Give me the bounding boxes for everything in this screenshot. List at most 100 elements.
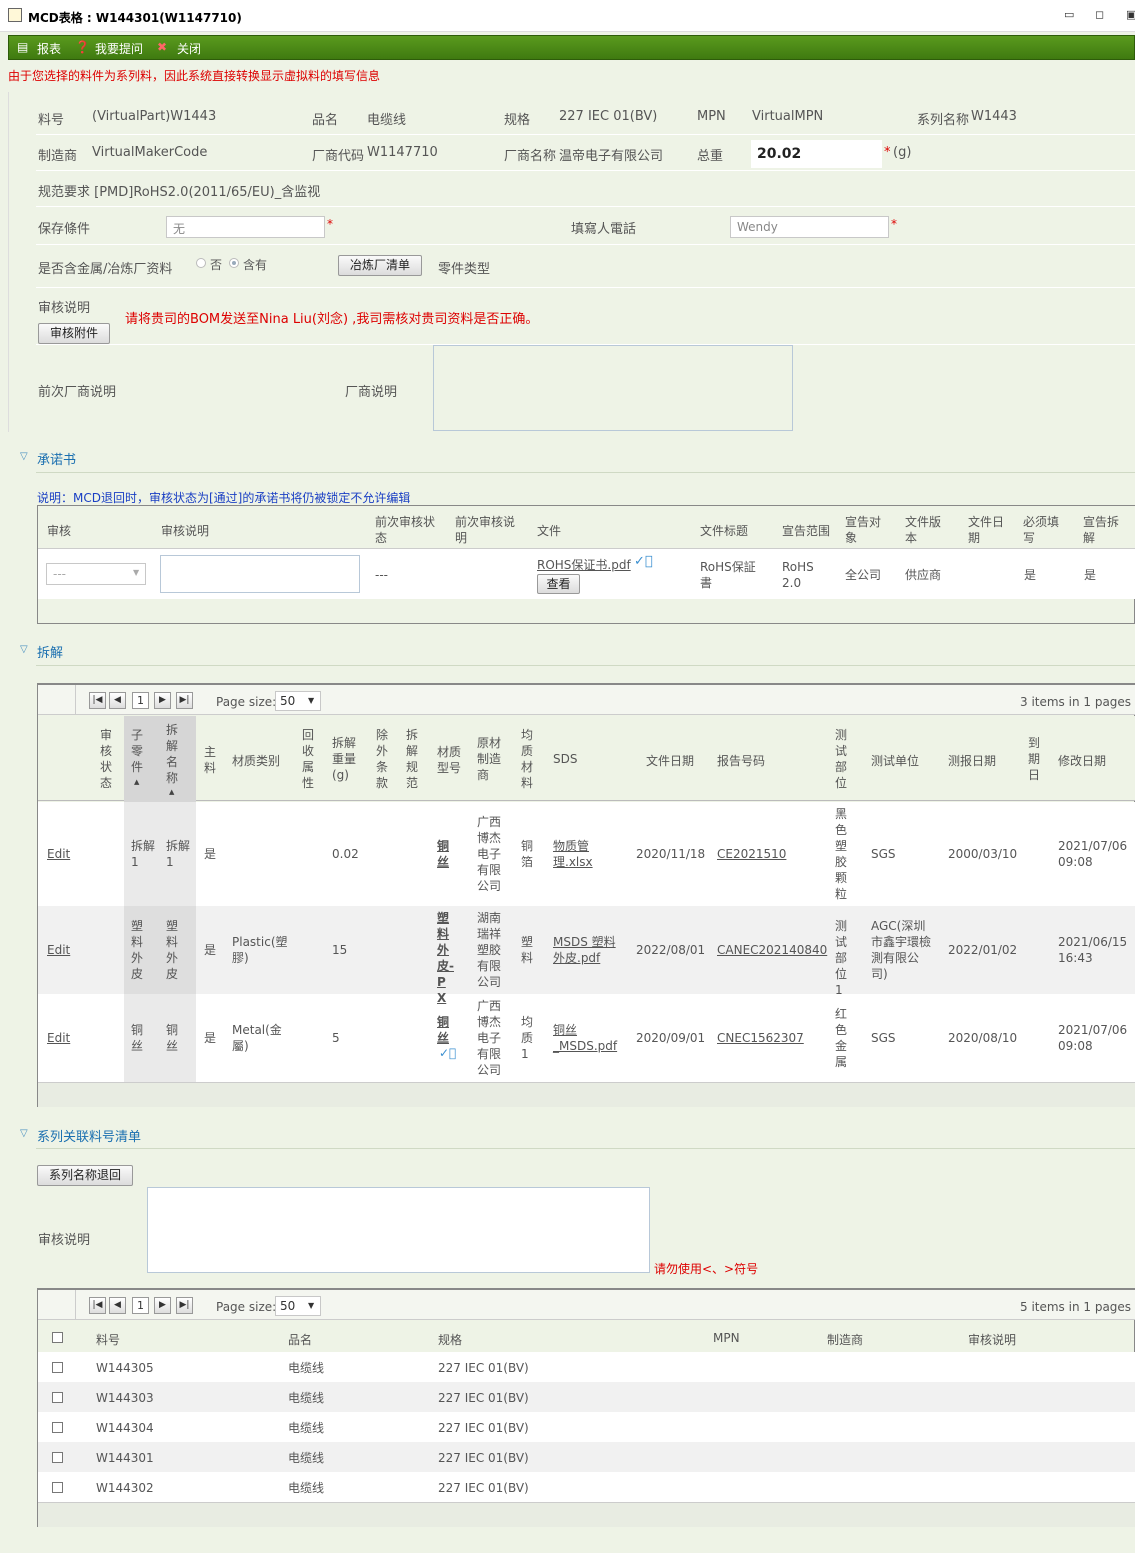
file-date: 2020/11/18 (636, 847, 706, 861)
disassembly-name: 塑料外皮 (166, 919, 179, 981)
page-number[interactable]: 1 (132, 1297, 149, 1314)
maximize-icon[interactable]: ◻ (1095, 8, 1104, 21)
col-header: 测试单位 (871, 754, 920, 768)
smelter-list-button[interactable]: 冶炼厂清单 (338, 255, 422, 276)
row-checkbox[interactable] (52, 1422, 63, 1433)
material-model-link[interactable]: 铜丝 (437, 1014, 451, 1046)
part-spec: 227 IEC 01(BV) (438, 1421, 529, 1435)
col-header: 文件标题 (700, 524, 749, 538)
edit-link[interactable]: Edit (47, 1030, 70, 1046)
radio-yes-label: 含有 (243, 258, 268, 272)
vendor-note-textarea[interactable] (433, 345, 793, 431)
table-row (38, 1442, 1135, 1472)
col-header: 文件日期 (646, 754, 695, 768)
table-row (38, 1382, 1135, 1412)
minimize-icon[interactable]: ▭ (1064, 8, 1074, 21)
col-header[interactable]: 子零件 (131, 727, 144, 775)
chevron-down-icon: ▼ (133, 568, 140, 577)
collapse-icon[interactable]: ▽ (20, 451, 28, 462)
audit-select[interactable]: --- (46, 563, 146, 585)
prev-page-icon[interactable]: ◀ (109, 1297, 126, 1314)
next-page-icon[interactable]: ▶ (154, 1297, 171, 1314)
sub-part: 塑料外皮 (131, 919, 144, 981)
collapse-icon[interactable]: ▽ (20, 644, 28, 655)
col-header: 文件版本 (905, 515, 942, 545)
sds-link[interactable]: 铜丝 _MSDS.pdf (553, 1022, 623, 1054)
sds-link[interactable]: 物质管理.xlsx (553, 838, 623, 870)
col-header: 宣告对象 (845, 515, 882, 545)
page-number[interactable]: 1 (132, 692, 149, 709)
report-no-link[interactable]: CE2021510 (717, 846, 786, 862)
col-header: 审核说明 (161, 524, 210, 538)
help-icon[interactable]: ❓ (75, 40, 90, 54)
report-button[interactable]: 报表 (37, 40, 61, 57)
part-spec: 227 IEC 01(BV) (438, 1361, 529, 1375)
next-page-icon[interactable]: ▶ (154, 692, 171, 709)
col-header[interactable]: 拆解名称 (166, 722, 179, 786)
first-page-icon[interactable]: |◀ (89, 692, 106, 709)
audit-note-textarea[interactable] (160, 555, 360, 593)
disassembly-grid: |◀ ◀ 1 ▶ ▶| Page size: 50 ▼ 3 items in 1… (37, 683, 1135, 1107)
select-all-checkbox[interactable] (52, 1332, 63, 1343)
close-window-icon[interactable]: ▣ (1126, 8, 1135, 21)
prev-vendor-note-label: 前次厂商说明 (38, 385, 117, 400)
title-bar: MCD表格 : W144301(W1147710) ▭ ◻ ▣ (0, 0, 1135, 32)
test-part: 黑色塑胶颗粒 (835, 807, 848, 901)
version: 供应商 (905, 568, 942, 582)
storage-input[interactable]: 无 (166, 216, 325, 238)
series-return-button[interactable]: 系列名称退回 (37, 1165, 133, 1186)
prev-page-icon[interactable]: ◀ (109, 692, 126, 709)
disassembly-section-title[interactable]: 拆解 (37, 642, 63, 661)
row-checkbox[interactable] (52, 1392, 63, 1403)
chevron-down-icon: ▼ (308, 1301, 315, 1310)
edit-link[interactable]: Edit (47, 846, 70, 862)
phone-label: 填寫人電話 (571, 222, 637, 237)
divider (36, 170, 1135, 171)
col-header: 到期日 (1028, 736, 1041, 782)
audit-message: 请将贵司的BOM发送至Nina Liu(刘念) ,我司需核对贵司资料是否正确。 (125, 312, 539, 327)
close-icon[interactable]: ✖ (157, 40, 167, 54)
view-button[interactable]: 查看 (537, 574, 580, 594)
divider (36, 134, 1135, 135)
collapse-icon[interactable]: ▽ (20, 1128, 28, 1139)
col-header: 品名 (288, 1333, 313, 1347)
report-no-link[interactable]: CANEC202140840 (717, 942, 827, 958)
report-icon[interactable]: ▤ (17, 40, 28, 54)
toolbar: ▤ 报表 ❓ 我要提问 ✖ 关闭 (8, 35, 1135, 60)
radio-yes[interactable] (229, 258, 239, 268)
series-audit-textarea[interactable] (147, 1187, 650, 1273)
last-page-icon[interactable]: ▶| (176, 1297, 193, 1314)
audit-attachment-button[interactable]: 审核附件 (38, 323, 110, 344)
pager (38, 685, 1135, 715)
col-header: 材质型号 (437, 745, 462, 775)
modified-date: 2021/07/06 09:08 (1058, 839, 1128, 869)
divider (36, 472, 1135, 473)
series-section-title[interactable]: 系列关联料号清单 (37, 1126, 141, 1145)
modified-date: 2021/07/06 09:08 (1058, 1023, 1128, 1053)
ask-button[interactable]: 我要提问 (95, 40, 143, 57)
first-page-icon[interactable]: |◀ (89, 1297, 106, 1314)
col-header: 主料 (204, 745, 217, 775)
weight-input[interactable]: 20.02 (751, 140, 882, 168)
phone-input[interactable]: Wendy (730, 216, 889, 238)
row-checkbox[interactable] (52, 1362, 63, 1373)
close-button[interactable]: 关闭 (177, 40, 201, 57)
metal-label: 是否含金属/冶炼厂资料 (38, 262, 173, 277)
commit-section-title[interactable]: 承诺书 (37, 449, 76, 468)
part-name: 电缆线 (288, 1481, 325, 1495)
row-checkbox[interactable] (52, 1452, 63, 1463)
table-row (38, 1352, 1135, 1382)
file-link[interactable]: ROHS保证书.pdf (537, 557, 631, 573)
test-lab: SGS (871, 847, 896, 861)
material-model-link[interactable]: 塑料外皮-PX (437, 910, 454, 1006)
series-label: 系列名称 (917, 113, 970, 128)
row-checkbox[interactable] (52, 1482, 63, 1493)
radio-no[interactable] (196, 258, 206, 268)
col-header: 文件日期 (968, 515, 1005, 545)
edit-link[interactable]: Edit (47, 942, 70, 958)
sds-link[interactable]: MSDS 塑料外皮.pdf (553, 934, 625, 966)
test-part: 红色金属 (835, 1007, 848, 1069)
report-no-link[interactable]: CNEC1562307 (717, 1030, 804, 1046)
last-page-icon[interactable]: ▶| (176, 692, 193, 709)
material-model-link[interactable]: 铜丝 (437, 838, 451, 870)
